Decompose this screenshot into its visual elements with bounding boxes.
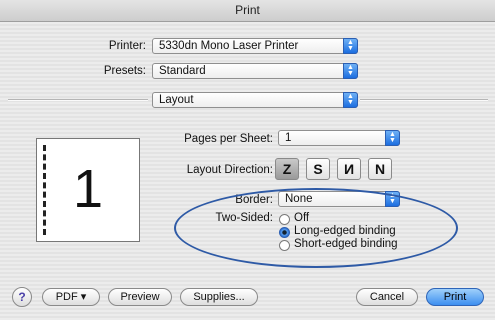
presets-label: Presets: xyxy=(103,65,146,77)
popup-arrows-icon: ▲ ▼ xyxy=(343,92,358,108)
direction-s-button[interactable]: S xyxy=(306,158,330,180)
popup-arrows-icon: ▲ ▼ xyxy=(385,130,400,146)
window-title: Print xyxy=(0,0,495,22)
pages-per-sheet-label: Pages per Sheet: xyxy=(184,133,273,145)
direction-s-icon: S xyxy=(313,161,323,177)
printer-popup[interactable]: 5330dn Mono Laser Printer ▲ ▼ xyxy=(152,38,358,54)
separator-left xyxy=(8,99,148,101)
printer-value: 5330dn Mono Laser Printer xyxy=(159,40,299,52)
help-button[interactable]: ? xyxy=(12,287,32,307)
pages-per-sheet-popup[interactable]: 1 ▲ ▼ xyxy=(278,130,400,146)
cancel-button[interactable]: Cancel xyxy=(356,288,418,306)
pages-per-sheet-value: 1 xyxy=(285,132,292,144)
direction-n-reverse-icon: N xyxy=(343,161,355,177)
supplies-button[interactable]: Supplies... xyxy=(180,288,258,306)
direction-n-icon: N xyxy=(374,161,386,177)
section-popup[interactable]: Layout ▲ ▼ xyxy=(152,92,358,108)
section-value: Layout xyxy=(159,94,194,106)
page-preview: 1 xyxy=(36,138,140,242)
layout-direction-label: Layout Direction: xyxy=(186,164,273,176)
popup-arrows-icon: ▲ ▼ xyxy=(343,38,358,54)
direction-z-icon: Z xyxy=(282,161,292,177)
popup-arrows-icon: ▲ ▼ xyxy=(343,63,358,79)
presets-popup[interactable]: Standard ▲ ▼ xyxy=(152,63,358,79)
direction-n-button[interactable]: N xyxy=(368,158,392,180)
direction-z-button[interactable]: Z xyxy=(275,158,299,180)
print-button[interactable]: Print xyxy=(426,288,484,306)
printer-label: Printer: xyxy=(108,40,146,52)
preview-page-number: 1 xyxy=(72,159,104,219)
separator-right xyxy=(360,99,488,101)
highlight-ellipse xyxy=(174,188,458,268)
preview-button[interactable]: Preview xyxy=(108,288,172,306)
direction-n-reverse-button[interactable]: N xyxy=(337,158,361,180)
pdf-button[interactable]: PDF ▾ xyxy=(42,288,100,306)
presets-value: Standard xyxy=(159,65,206,77)
